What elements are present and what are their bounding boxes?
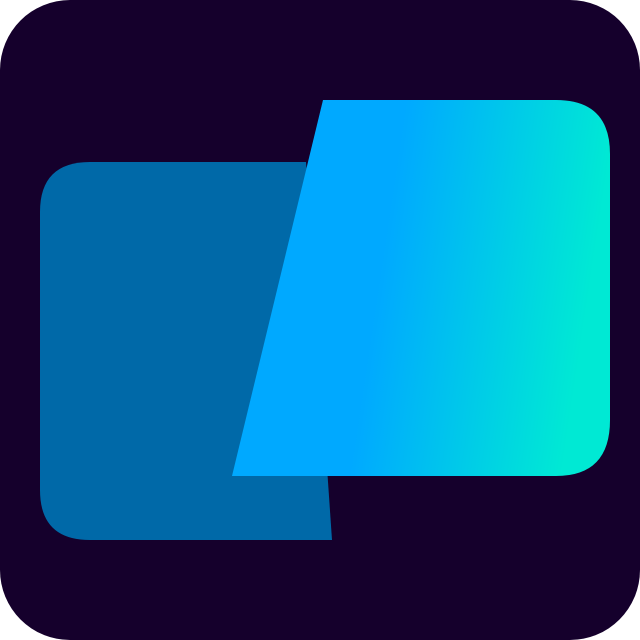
app-logo-icon xyxy=(0,0,640,640)
